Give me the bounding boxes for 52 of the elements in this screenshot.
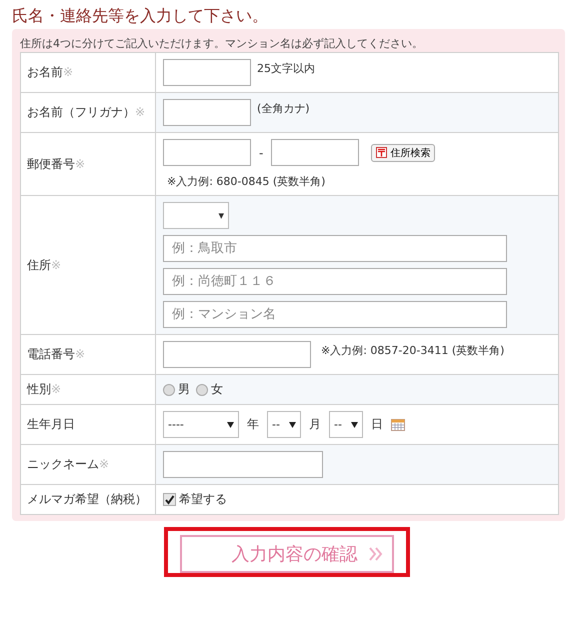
required-mark: ※ xyxy=(135,105,146,119)
postal-mark-icon xyxy=(376,147,388,158)
field-label: 性別 xyxy=(27,382,51,396)
text-field[interactable] xyxy=(163,341,311,368)
text-field[interactable] xyxy=(271,139,360,166)
required-mark: ※ xyxy=(51,382,62,396)
text-field[interactable]: 例：尚徳町１１６ xyxy=(163,268,507,295)
checkbox-option[interactable]: 希望する xyxy=(163,491,227,508)
caret-icon xyxy=(351,422,358,428)
field-label: ニックネーム xyxy=(27,457,99,471)
field-label: メルマガ希望（納税） xyxy=(27,492,147,506)
dropdown[interactable]: -- xyxy=(267,411,301,438)
field-label: 生年月日 xyxy=(27,417,75,431)
dropdown[interactable]: -- xyxy=(329,411,363,438)
double-chevron-icon xyxy=(368,546,384,562)
radio-icon[interactable] xyxy=(196,384,208,396)
required-mark: ※ xyxy=(75,347,86,361)
dropdown[interactable]: ---- xyxy=(163,411,239,438)
text-field[interactable] xyxy=(163,451,323,478)
hint-text: (全角カナ) xyxy=(257,101,310,116)
field-label: 郵便番号 xyxy=(27,156,75,170)
label-text: 年 xyxy=(246,416,260,433)
required-mark: ※ xyxy=(51,258,62,272)
caret-icon xyxy=(289,422,296,428)
hint-text: ※入力例: 680-0845 (英数半角) xyxy=(166,174,326,189)
caret-icon xyxy=(227,422,234,428)
checkbox-icon[interactable] xyxy=(163,493,176,506)
required-mark: ※ xyxy=(63,65,74,79)
radio-icon[interactable] xyxy=(163,384,175,396)
required-mark: ※ xyxy=(75,156,86,170)
section-heading: 氏名・連絡先等を入力して下さい。 xyxy=(12,5,269,27)
text-field[interactable]: 例：鳥取市 xyxy=(163,235,507,262)
text-field[interactable]: 例：マンション名 xyxy=(163,301,507,328)
label-text: - xyxy=(258,146,264,160)
hint-text: ※入力例: 0857-20-3411 (英数半角) xyxy=(320,343,504,358)
field-label: 住所 xyxy=(27,258,51,272)
radio-option[interactable]: 男 xyxy=(163,381,190,398)
dropdown[interactable]: ▾ xyxy=(163,202,229,229)
required-mark: ※ xyxy=(99,457,110,471)
address-search-button[interactable]: 住所検索 xyxy=(371,144,436,162)
field-label: お名前 xyxy=(27,65,63,79)
field-label: お名前（フリガナ） xyxy=(27,105,135,119)
notice-text: 住所は4つに分けてご記入いただけます。マンション名は必ず記入してください。 xyxy=(20,36,423,52)
field-label: 電話番号 xyxy=(27,347,75,361)
hint-text: 25文字以内 xyxy=(257,61,315,76)
calendar-icon[interactable] xyxy=(391,418,405,430)
label-text: 日 xyxy=(370,416,384,433)
text-field[interactable] xyxy=(163,99,251,126)
label-text: 月 xyxy=(308,416,322,433)
radio-option[interactable]: 女 xyxy=(196,381,223,398)
text-field[interactable] xyxy=(163,139,251,166)
text-field[interactable] xyxy=(163,59,251,86)
